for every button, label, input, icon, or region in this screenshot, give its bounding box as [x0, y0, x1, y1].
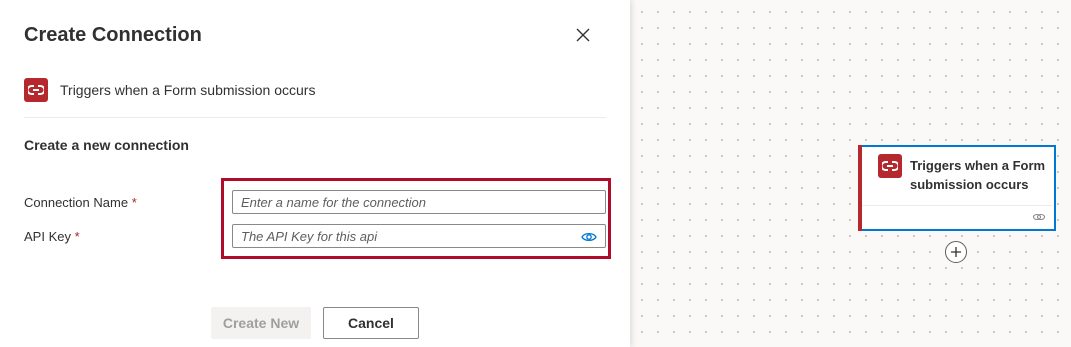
- connector-logo-icon: [878, 154, 902, 178]
- required-mark: *: [131, 195, 137, 210]
- create-new-button[interactable]: Create New: [211, 307, 311, 339]
- required-mark: *: [74, 229, 80, 244]
- connection-name-label-text: Connection Name: [24, 195, 129, 210]
- create-connection-panel: Create Connection Triggers when a Form s…: [0, 0, 630, 347]
- connection-name-input[interactable]: [232, 190, 606, 214]
- cancel-button[interactable]: Cancel: [323, 307, 419, 339]
- add-step-button[interactable]: [945, 241, 967, 263]
- connector-logo-icon: [24, 78, 48, 102]
- panel-header: Create Connection: [24, 22, 606, 50]
- section-title: Create a new connection: [24, 137, 189, 153]
- plus-icon: [951, 247, 961, 257]
- card-divider: [862, 205, 1052, 206]
- api-key-input[interactable]: [232, 224, 606, 248]
- trigger-info: Triggers when a Form submission occurs: [24, 78, 606, 102]
- connection-name-label: Connection Name *: [24, 195, 137, 210]
- link-icon: [1032, 213, 1046, 221]
- show-api-key-button[interactable]: [578, 229, 600, 245]
- close-icon: [576, 28, 590, 42]
- card-accent: [858, 145, 862, 231]
- api-key-label-text: API Key: [24, 229, 71, 244]
- trigger-card[interactable]: Triggers when a Form submission occurs: [858, 145, 1056, 231]
- trigger-label: Triggers when a Form submission occurs: [60, 82, 316, 98]
- api-key-label: API Key *: [24, 229, 80, 244]
- eye-icon: [581, 232, 597, 242]
- card-title: Triggers when a Form submission occurs: [910, 158, 1046, 192]
- close-button[interactable]: [570, 22, 596, 48]
- panel-title: Create Connection: [24, 24, 202, 46]
- divider: [24, 117, 606, 118]
